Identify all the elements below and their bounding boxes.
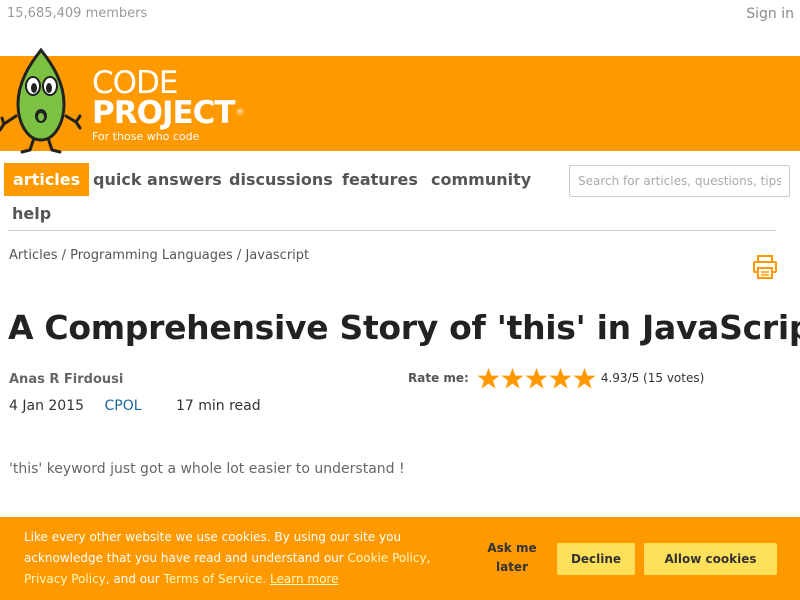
- decline-button[interactable]: Decline: [557, 543, 635, 575]
- nav-divider: [8, 230, 776, 231]
- print-icon[interactable]: [752, 254, 778, 280]
- article-summary: 'this' keyword just got a whole lot easi…: [9, 461, 405, 477]
- nav-articles[interactable]: articles: [4, 163, 90, 196]
- search-input[interactable]: [569, 165, 790, 197]
- cookie-banner: Like every other website we use cookies.…: [0, 517, 800, 600]
- star-icon[interactable]: [573, 367, 596, 390]
- author-name[interactable]: Anas R Firdousi: [9, 372, 123, 387]
- star-icon[interactable]: [525, 367, 548, 390]
- nav-quick-answers[interactable]: quick answers: [84, 163, 231, 196]
- cookie-policy-link[interactable]: Cookie Policy: [348, 551, 427, 565]
- sign-in-link[interactable]: Sign in: [746, 6, 794, 22]
- star-icon[interactable]: [501, 367, 524, 390]
- rating-score: 4.93/5 (15 votes): [600, 371, 705, 385]
- top-bar: 15,685,409 members Sign in: [0, 0, 800, 30]
- star-icon[interactable]: [477, 367, 500, 390]
- rating-stars: [477, 367, 597, 390]
- article-meta: 4 Jan 2015 CPOL 17 min read: [9, 398, 261, 414]
- nav-features[interactable]: features: [333, 163, 427, 196]
- privacy-policy-link[interactable]: Privacy Policy: [24, 572, 106, 586]
- breadcrumb[interactable]: Articles / Programming Languages / Javas…: [9, 248, 309, 263]
- article-title: A Comprehensive Story of 'this' in JavaS…: [8, 308, 800, 347]
- license-link[interactable]: CPOL: [104, 398, 141, 414]
- logo-project-text: PROJECT ®: [92, 95, 245, 131]
- logo-code-text: CODE: [92, 65, 179, 101]
- nav-discussions[interactable]: discussions: [220, 163, 342, 196]
- main-nav: articles quick answers discussions featu…: [0, 163, 800, 233]
- member-count: 15,685,409 members: [7, 6, 148, 21]
- learn-more-link[interactable]: Learn more: [270, 572, 338, 586]
- article-date: 4 Jan 2015: [9, 398, 85, 414]
- site-logo[interactable]: CODE PROJECT ® For those who code: [92, 65, 245, 144]
- read-time: 17 min read: [175, 398, 261, 414]
- rating-widget: Rate me: 4.93/5 (15 votes): [408, 364, 704, 392]
- rate-label: Rate me:: [408, 371, 469, 385]
- site-header: CODE PROJECT ® For those who code: [0, 47, 800, 154]
- nav-help[interactable]: help: [3, 197, 60, 230]
- logo-tagline: For those who code: [92, 130, 200, 143]
- ask-me-later-button[interactable]: Ask me later: [483, 539, 541, 577]
- terms-of-service-link[interactable]: Terms of Service: [164, 572, 263, 586]
- nav-community[interactable]: community: [422, 163, 540, 196]
- cookie-message: Like every other website we use cookies.…: [24, 530, 431, 586]
- bob-mascot-icon[interactable]: [0, 46, 84, 154]
- star-icon[interactable]: [549, 367, 572, 390]
- allow-cookies-button[interactable]: Allow cookies: [644, 543, 777, 575]
